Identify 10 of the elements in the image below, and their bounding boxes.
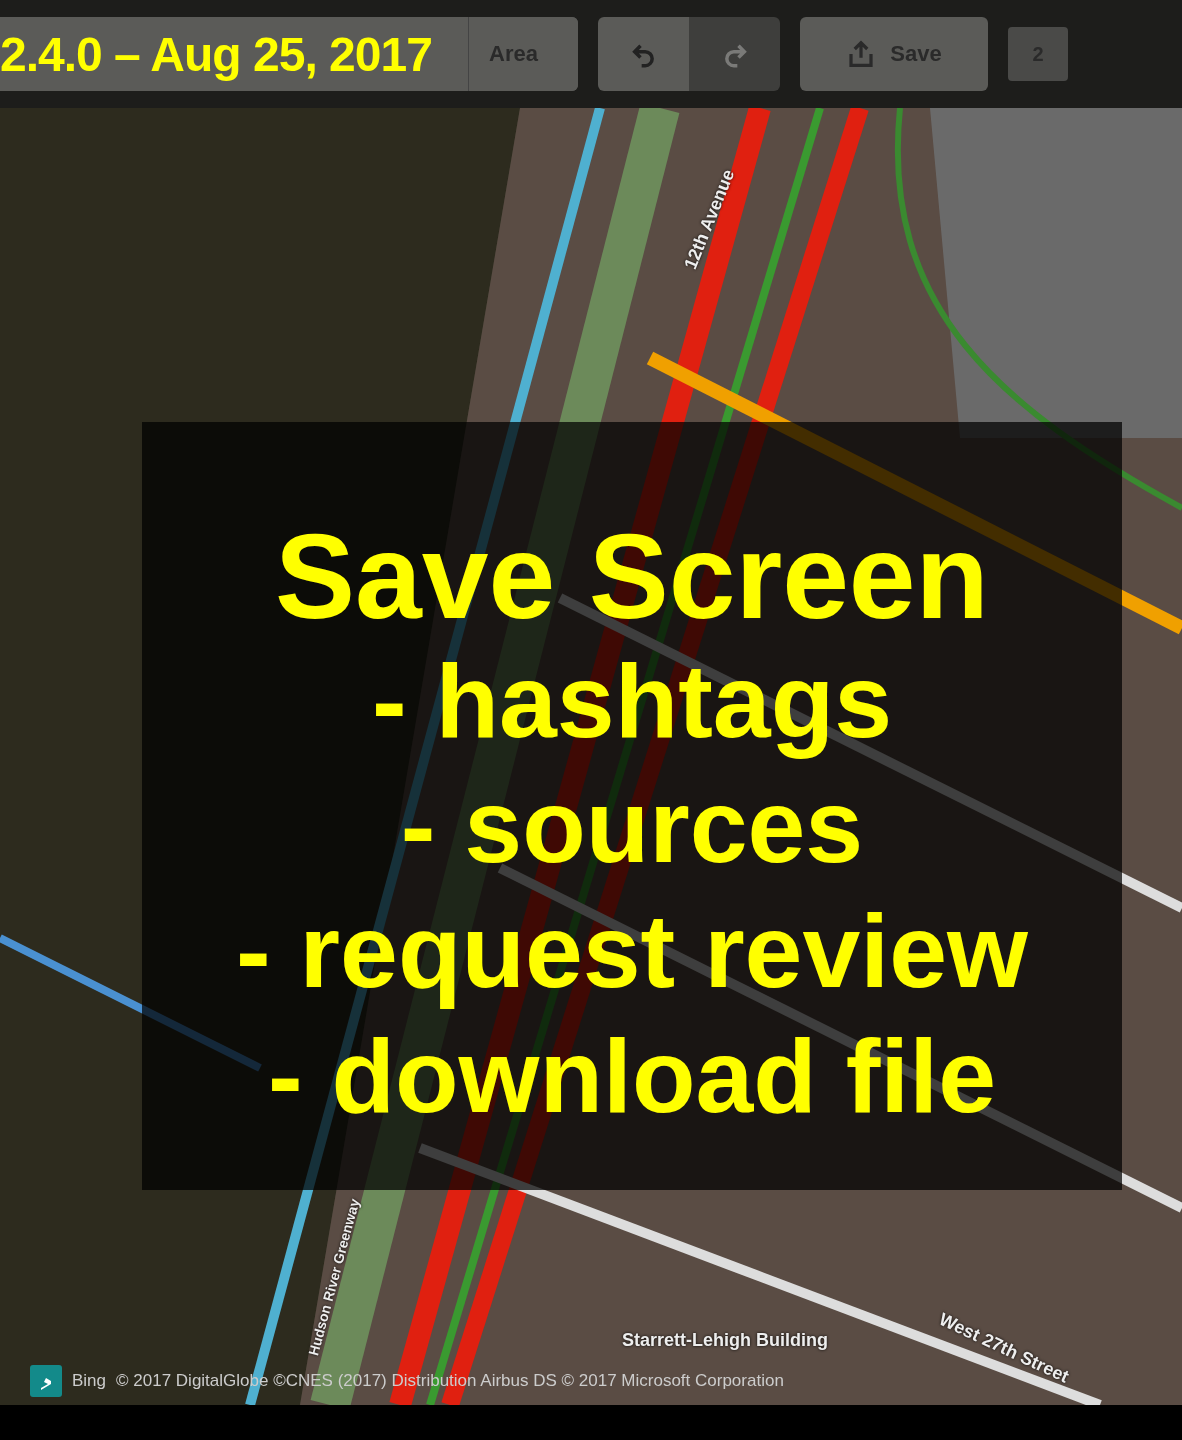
bing-logo-icon <box>30 1365 62 1397</box>
map-label: Starrett-Lehigh Building <box>622 1330 828 1351</box>
slide-bullet: - request review <box>236 892 1028 1011</box>
slide-bullet: - download file <box>268 1016 996 1136</box>
slide-bullet: - sources <box>400 767 864 887</box>
attribution-provider: Bing <box>72 1371 107 1391</box>
undo-button[interactable] <box>598 17 689 91</box>
version-title: 2.4.0 – Aug 25, 2017 <box>0 26 432 82</box>
slide-bullet: - hashtags <box>371 642 893 762</box>
slide-title: Save Screen <box>275 513 989 640</box>
